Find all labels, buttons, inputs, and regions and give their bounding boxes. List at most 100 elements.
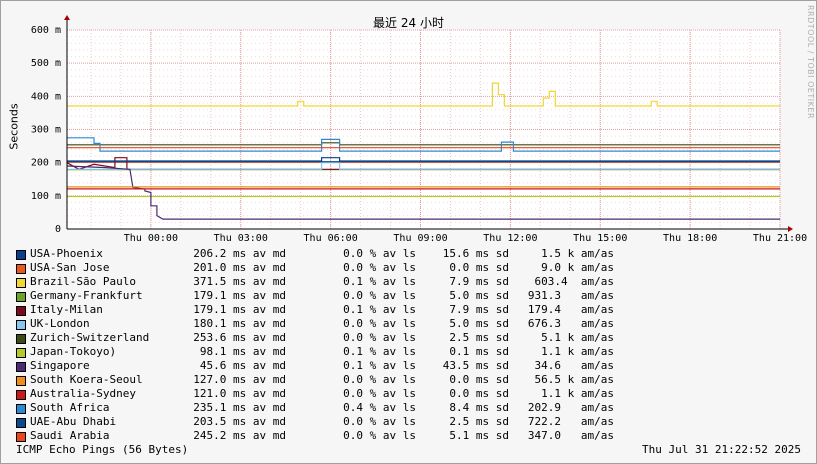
legend-avg: 45.6 ms av md	[199, 359, 286, 372]
legend-avg: 127.0 ms av md	[193, 373, 286, 386]
legend-am: 676.3 am/as	[527, 317, 614, 330]
x-axis-arrow	[788, 226, 793, 232]
legend-sd: 0.0 ms sd	[449, 261, 509, 274]
x-tick-label: Thu 18:00	[663, 233, 717, 244]
legend-sd: 7.9 ms sd	[449, 275, 509, 288]
legend-am: 34.6 am/as	[534, 359, 614, 372]
legend-am: 603.4 am/as	[534, 275, 614, 288]
legend-loss: 0.1 % av ls	[343, 275, 416, 288]
legend-swatch	[16, 390, 26, 400]
legend-am: 5.1 k am/as	[541, 331, 614, 344]
legend-am: 722.2 am/as	[527, 415, 614, 428]
legend-series-name: Germany-Frankfurt	[30, 289, 143, 302]
legend-swatch	[16, 278, 26, 288]
y-tick-label: 200 m	[31, 158, 61, 169]
y-tick-label: 300 m	[31, 125, 61, 136]
x-tick-label: Thu 21:00	[753, 233, 807, 244]
legend-swatch	[16, 292, 26, 302]
legend-sd: 0.0 ms sd	[449, 373, 509, 386]
legend-am: 1.1 k am/as	[541, 387, 614, 400]
legend-am: 56.5 k am/as	[534, 373, 614, 386]
legend-avg: 253.6 ms av md	[193, 331, 286, 344]
legend-loss: 0.0 % av ls	[343, 247, 416, 260]
legend-swatch	[16, 348, 26, 358]
legend-am: 179.4 am/as	[527, 303, 614, 316]
legend-loss: 0.4 % av ls	[343, 401, 416, 414]
y-tick-label: 0	[55, 224, 61, 235]
legend-series-name: USA-Phoenix	[30, 247, 103, 260]
x-tick-label: Thu 03:00	[214, 233, 268, 244]
x-tick-label: Thu 06:00	[304, 233, 358, 244]
legend-avg: 235.1 ms av md	[193, 401, 286, 414]
legend-loss: 0.0 % av ls	[343, 289, 416, 302]
legend-series-name: Singapore	[30, 359, 90, 372]
legend-am: 1.5 k am/as	[541, 247, 614, 260]
legend-series-name: Australia-Sydney	[30, 387, 136, 400]
legend-sd: 7.9 ms sd	[449, 303, 509, 316]
legend-loss: 0.0 % av ls	[343, 331, 416, 344]
legend-series-name: Saudi Arabia	[30, 429, 110, 442]
legend-swatch	[16, 250, 26, 260]
legend-loss: 0.1 % av ls	[343, 359, 416, 372]
footer-timestamp: Thu Jul 31 21:22:52 2025	[642, 443, 801, 456]
legend-am: 347.0 am/as	[527, 429, 614, 442]
legend-avg: 179.1 ms av md	[193, 303, 286, 316]
legend-loss: 0.0 % av ls	[343, 261, 416, 274]
legend-series-name: South Koera-Seoul	[30, 373, 143, 386]
legend-swatch	[16, 334, 26, 344]
legend-loss: 0.1 % av ls	[343, 303, 416, 316]
legend-avg: 179.1 ms av md	[193, 289, 286, 302]
legend-swatch	[16, 320, 26, 330]
legend-swatch	[16, 362, 26, 372]
legend-series-name: Brazil-São Paulo	[30, 275, 136, 288]
x-tick-label: Thu 12:00	[483, 233, 537, 244]
footer-left: ICMP Echo Pings (56 Bytes)	[16, 443, 189, 456]
legend-sd: 43.5 ms sd	[442, 359, 509, 372]
legend-sd: 5.0 ms sd	[449, 317, 509, 330]
legend-sd: 0.1 ms sd	[449, 345, 509, 358]
legend-series-name: UAE-Abu Dhabi	[30, 415, 117, 428]
legend-avg: 206.2 ms av md	[193, 247, 286, 260]
legend-swatch	[16, 376, 26, 386]
y-tick-label: 500 m	[31, 58, 61, 69]
x-tick-label: Thu 00:00	[124, 233, 178, 244]
y-tick-label: 400 m	[31, 91, 61, 102]
legend-series-name: Italy-Milan	[30, 303, 103, 316]
legend-loss: 0.0 % av ls	[343, 415, 416, 428]
legend-sd: 2.5 ms sd	[449, 331, 509, 344]
legend-loss: 0.0 % av ls	[343, 317, 416, 330]
y-tick-label: 600 m	[31, 25, 61, 36]
legend-sd: 0.0 ms sd	[449, 387, 509, 400]
legend-sd: 5.1 ms sd	[449, 429, 509, 442]
legend-avg: 203.5 ms av md	[193, 415, 286, 428]
legend-swatch	[16, 264, 26, 274]
legend-avg: 180.1 ms av md	[193, 317, 286, 330]
legend-loss: 0.0 % av ls	[343, 373, 416, 386]
legend-avg: 98.1 ms av md	[199, 345, 286, 358]
legend-loss: 0.0 % av ls	[343, 387, 416, 400]
legend-sd: 2.5 ms sd	[449, 415, 509, 428]
legend-series-name: Zurich-Switzerland	[30, 331, 150, 344]
y-axis-arrow	[64, 15, 70, 20]
legend-avg: 371.5 ms av md	[193, 275, 286, 288]
y-tick-label: 100 m	[31, 191, 61, 202]
legend-am: 931.3 am/as	[527, 289, 614, 302]
x-tick-label: Thu 15:00	[573, 233, 627, 244]
legend-loss: 0.1 % av ls	[343, 345, 416, 358]
x-tick-label: Thu 09:00	[393, 233, 447, 244]
legend-am: 1.1 k am/as	[541, 345, 614, 358]
legend-avg: 245.2 ms av md	[193, 429, 286, 442]
legend-series-name: Japan-Tokoyo)	[30, 345, 117, 358]
legend-loss: 0.0 % av ls	[343, 429, 416, 442]
legend-swatch	[16, 306, 26, 316]
legend-am: 202.9 am/as	[527, 401, 614, 414]
legend-avg: 121.0 ms av md	[193, 387, 286, 400]
legend-sd: 8.4 ms sd	[449, 401, 509, 414]
legend-series-name: USA-San Jose	[30, 261, 110, 274]
legend-sd: 5.0 ms sd	[449, 289, 509, 302]
legend-swatch	[16, 404, 26, 414]
legend-series-name: UK-London	[30, 317, 90, 330]
legend-avg: 201.0 ms av md	[193, 261, 286, 274]
legend-swatch	[16, 418, 26, 428]
legend-am: 9.0 k am/as	[541, 261, 614, 274]
